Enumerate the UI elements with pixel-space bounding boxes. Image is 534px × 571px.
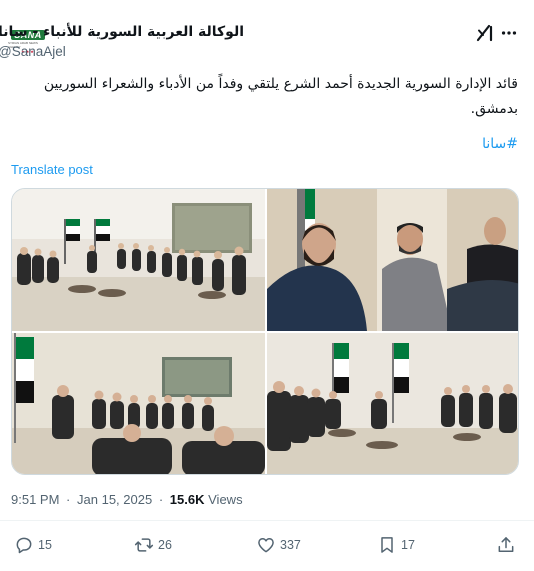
heart-icon <box>258 538 274 553</box>
photo-4[interactable] <box>267 333 518 474</box>
translate-post-link[interactable]: Translate post <box>11 162 93 177</box>
photo-3[interactable] <box>12 333 265 474</box>
share-button[interactable] <box>496 532 516 558</box>
separator-dot: · <box>66 492 71 507</box>
post-time[interactable]: 9:51 PM <box>11 492 59 507</box>
tweet: SANA SYRIAN ARAB NEWS AGENCY ★★★ الوكالة… <box>0 0 534 571</box>
bookmark-count: 17 <box>401 538 415 552</box>
tweet-text: قائد الإدارة السورية الجديدة أحمد الشرع … <box>43 76 518 117</box>
tweet-meta: 9:51 PM · Jan 15, 2025 · 15.6K Views <box>11 492 243 507</box>
views-label: Views <box>208 492 243 507</box>
reply-count: 15 <box>38 538 52 552</box>
reply-icon <box>16 537 32 554</box>
share-icon <box>498 537 514 552</box>
views-count: 15.6K <box>169 492 205 507</box>
repost-count: 26 <box>158 538 172 552</box>
divider <box>0 520 534 521</box>
photo-2[interactable] <box>267 189 518 331</box>
photo-1[interactable] <box>12 189 265 331</box>
more-icon[interactable] <box>498 22 520 44</box>
post-date[interactable]: Jan 15, 2025 <box>77 492 152 507</box>
like-count: 337 <box>280 538 301 552</box>
repost-icon <box>134 538 154 552</box>
hashtag-link[interactable]: #سانا <box>482 136 518 152</box>
author-name[interactable]: الوكالة العربية السورية للأنباء - سانا <box>0 24 244 40</box>
reply-button[interactable]: 15 <box>14 532 52 558</box>
like-button[interactable]: 337 <box>256 532 301 558</box>
media-grid <box>11 188 519 475</box>
grok-icon[interactable] <box>474 22 496 44</box>
separator-dot: · <box>158 492 164 507</box>
author-handle[interactable]: @SanaAjel <box>0 44 244 59</box>
action-bar: 15 26 337 17 <box>0 532 534 558</box>
tweet-header: SANA SYRIAN ARAB NEWS AGENCY ★★★ الوكالة… <box>0 0 534 70</box>
bookmark-icon <box>381 537 393 553</box>
author-block[interactable]: الوكالة العربية السورية للأنباء - سانا @… <box>0 24 244 59</box>
bookmark-button[interactable]: 17 <box>377 532 415 558</box>
repost-button[interactable]: 26 <box>134 532 172 558</box>
